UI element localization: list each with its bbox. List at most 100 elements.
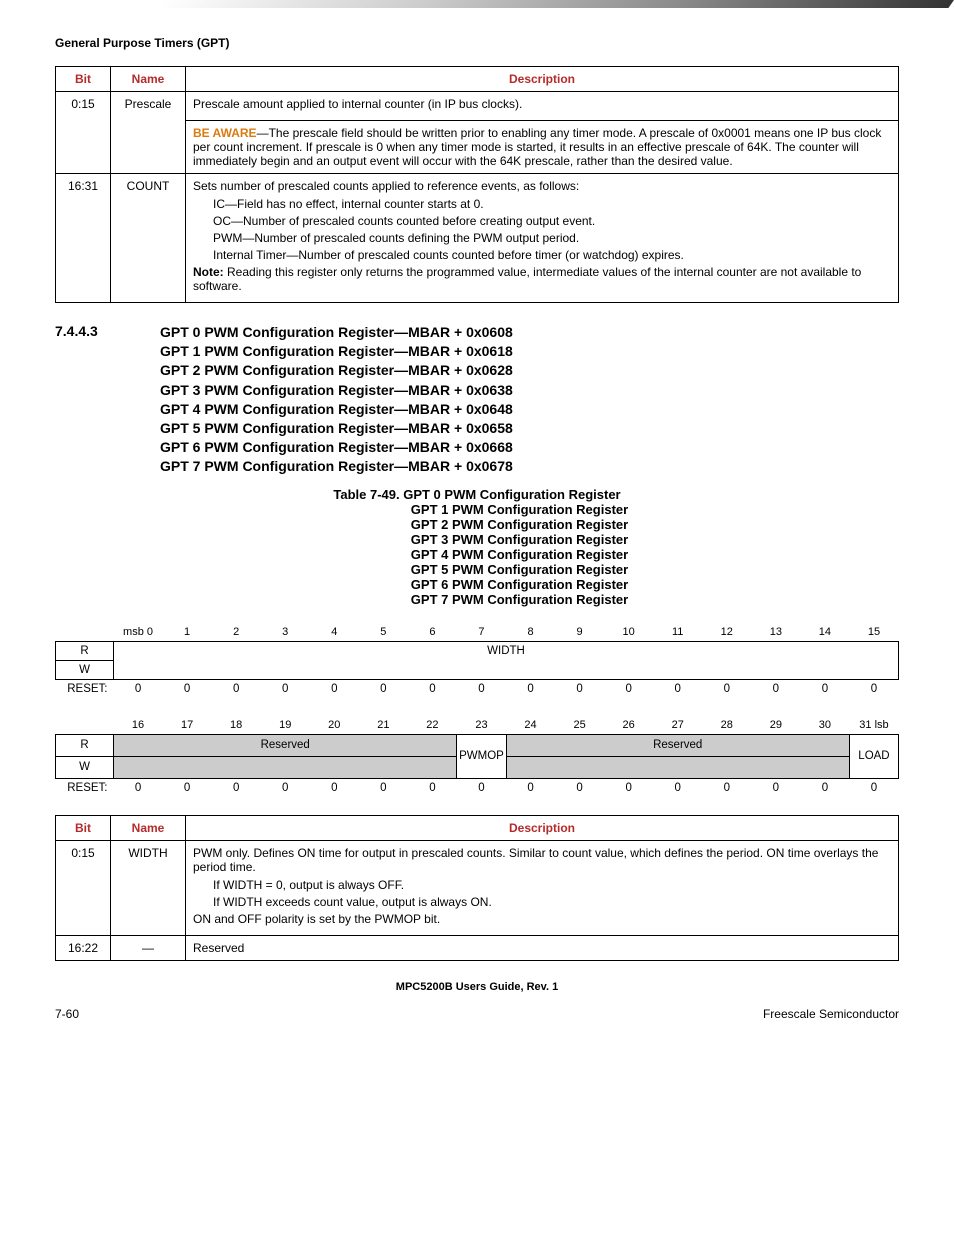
- reset-val: 0: [359, 679, 408, 698]
- th-desc: Description: [186, 815, 899, 840]
- be-aware-label: BE AWARE: [193, 126, 257, 140]
- bit-num: 13: [751, 623, 800, 642]
- bit-num: 24: [506, 716, 555, 735]
- bit-num: 14: [800, 623, 849, 642]
- cell-bit: 0:15: [56, 92, 111, 174]
- bit-num: 28: [702, 716, 751, 735]
- footer-page: 7-60: [55, 1007, 79, 1021]
- bit-num: 21: [359, 716, 408, 735]
- cell-name: Prescale: [111, 92, 186, 174]
- bit-num: 17: [163, 716, 212, 735]
- reset-val: 0: [261, 778, 310, 797]
- section-title-line: GPT 6 PWM Configuration Register—MBAR + …: [160, 438, 513, 456]
- bit-num: 9: [555, 623, 604, 642]
- caption-sub: GPT 5 PWM Configuration Register: [140, 562, 899, 577]
- reset-val: 0: [457, 679, 506, 698]
- bit-header-row: msb 0 1 2 3 4 5 6 7 8 9 10 11 12 13 14 1…: [56, 623, 899, 642]
- desc-ic: IC—Field has no effect, internal counter…: [193, 197, 891, 211]
- desc-line: Sets number of prescaled counts applied …: [193, 179, 891, 193]
- reset-row: RESET: 0 0 0 0 0 0 0 0 0 0 0 0 0 0 0 0: [56, 679, 899, 698]
- desc-line: If WIDTH exceeds count value, output is …: [193, 895, 891, 909]
- section-titles: GPT 0 PWM Configuration Register—MBAR + …: [160, 323, 513, 477]
- desc-it: Internal Timer—Number of prescaled count…: [193, 248, 891, 262]
- desc-line: PWM only. Defines ON time for output in …: [193, 846, 891, 874]
- reset-val: 0: [849, 679, 898, 698]
- th-bit: Bit: [56, 815, 111, 840]
- field-load: LOAD: [849, 734, 898, 778]
- reset-val: 0: [163, 778, 212, 797]
- reset-row: RESET: 0 0 0 0 0 0 0 0 0 0 0 0 0 0 0 0: [56, 778, 899, 797]
- caption-sub: GPT 4 PWM Configuration Register: [140, 547, 899, 562]
- reset-label: RESET:: [56, 679, 114, 698]
- reset-val: 0: [702, 679, 751, 698]
- bit-num: 7: [457, 623, 506, 642]
- section-title-line: GPT 1 PWM Configuration Register—MBAR + …: [160, 342, 513, 360]
- field-reserved-w: [114, 756, 457, 778]
- bit-num: 10: [604, 623, 653, 642]
- cell-desc: Reserved: [186, 935, 899, 960]
- reset-val: 0: [114, 679, 163, 698]
- reset-val: 0: [800, 778, 849, 797]
- reset-val: 0: [800, 679, 849, 698]
- section-number: 7.4.4.3: [55, 323, 160, 477]
- desc-line: ON and OFF polarity is set by the PWMOP …: [193, 912, 891, 926]
- page-header-title: General Purpose Timers (GPT): [55, 36, 899, 50]
- reset-val: 0: [212, 778, 261, 797]
- bit-num: 31 lsb: [849, 716, 898, 735]
- bit-num: 25: [555, 716, 604, 735]
- reset-val: 0: [359, 778, 408, 797]
- bit-num: 22: [408, 716, 457, 735]
- table-caption: Table 7-49. GPT 0 PWM Configuration Regi…: [55, 487, 899, 502]
- desc-line: Prescale amount applied to internal coun…: [186, 92, 898, 116]
- cell-bit: 16:22: [56, 935, 111, 960]
- register-diagram: msb 0 1 2 3 4 5 6 7 8 9 10 11 12 13 14 1…: [55, 623, 899, 797]
- reset-val: 0: [506, 778, 555, 797]
- field-reserved: Reserved: [114, 734, 457, 756]
- bit-num: 15: [849, 623, 898, 642]
- reset-val: 0: [751, 679, 800, 698]
- section-title-line: GPT 5 PWM Configuration Register—MBAR + …: [160, 419, 513, 437]
- section-title-line: GPT 2 PWM Configuration Register—MBAR + …: [160, 361, 513, 379]
- th-name: Name: [111, 815, 186, 840]
- desc-note: Note: Reading this register only returns…: [193, 265, 891, 293]
- table-row: 0:15 Prescale Prescale amount applied to…: [56, 92, 899, 174]
- bit-num: 2: [212, 623, 261, 642]
- bit-num: 11: [653, 623, 702, 642]
- th-desc: Description: [186, 67, 899, 92]
- description-table-2: Bit Name Description 0:15 WIDTH PWM only…: [55, 815, 899, 961]
- reset-val: 0: [653, 778, 702, 797]
- cell-desc: Prescale amount applied to internal coun…: [186, 92, 899, 174]
- cell-bit: 16:31: [56, 174, 111, 303]
- bit-num: 4: [310, 623, 359, 642]
- r-label: R: [56, 641, 114, 660]
- bit-num: 29: [751, 716, 800, 735]
- desc-oc: OC—Number of prescaled counts counted be…: [193, 214, 891, 228]
- reset-val: 0: [849, 778, 898, 797]
- bit-num: 16: [114, 716, 163, 735]
- note-label: Note:: [193, 265, 224, 279]
- caption-sub: GPT 2 PWM Configuration Register: [140, 517, 899, 532]
- bit-num: 3: [261, 623, 310, 642]
- reset-label: RESET:: [56, 778, 114, 797]
- w-label: W: [56, 660, 114, 679]
- bit-header-row: 16 17 18 19 20 21 22 23 24 25 26 27 28 2…: [56, 716, 899, 735]
- section-title-line: GPT 3 PWM Configuration Register—MBAR + …: [160, 381, 513, 399]
- cell-bit: 0:15: [56, 840, 111, 935]
- bit-num: 27: [653, 716, 702, 735]
- reset-val: 0: [702, 778, 751, 797]
- th-name: Name: [111, 67, 186, 92]
- reset-val: 0: [114, 778, 163, 797]
- table-row: 0:15 WIDTH PWM only. Defines ON time for…: [56, 840, 899, 935]
- bit-num: 26: [604, 716, 653, 735]
- reset-val: 0: [555, 778, 604, 797]
- reset-val: 0: [310, 679, 359, 698]
- cell-name: —: [111, 935, 186, 960]
- bit-num: 19: [261, 716, 310, 735]
- cell-name: COUNT: [111, 174, 186, 303]
- r-label: R: [56, 734, 114, 756]
- section-title-line: GPT 4 PWM Configuration Register—MBAR + …: [160, 400, 513, 418]
- bit-num: 18: [212, 716, 261, 735]
- field-reserved-w: [506, 756, 849, 778]
- reset-val: 0: [261, 679, 310, 698]
- table-row: 16:22 — Reserved: [56, 935, 899, 960]
